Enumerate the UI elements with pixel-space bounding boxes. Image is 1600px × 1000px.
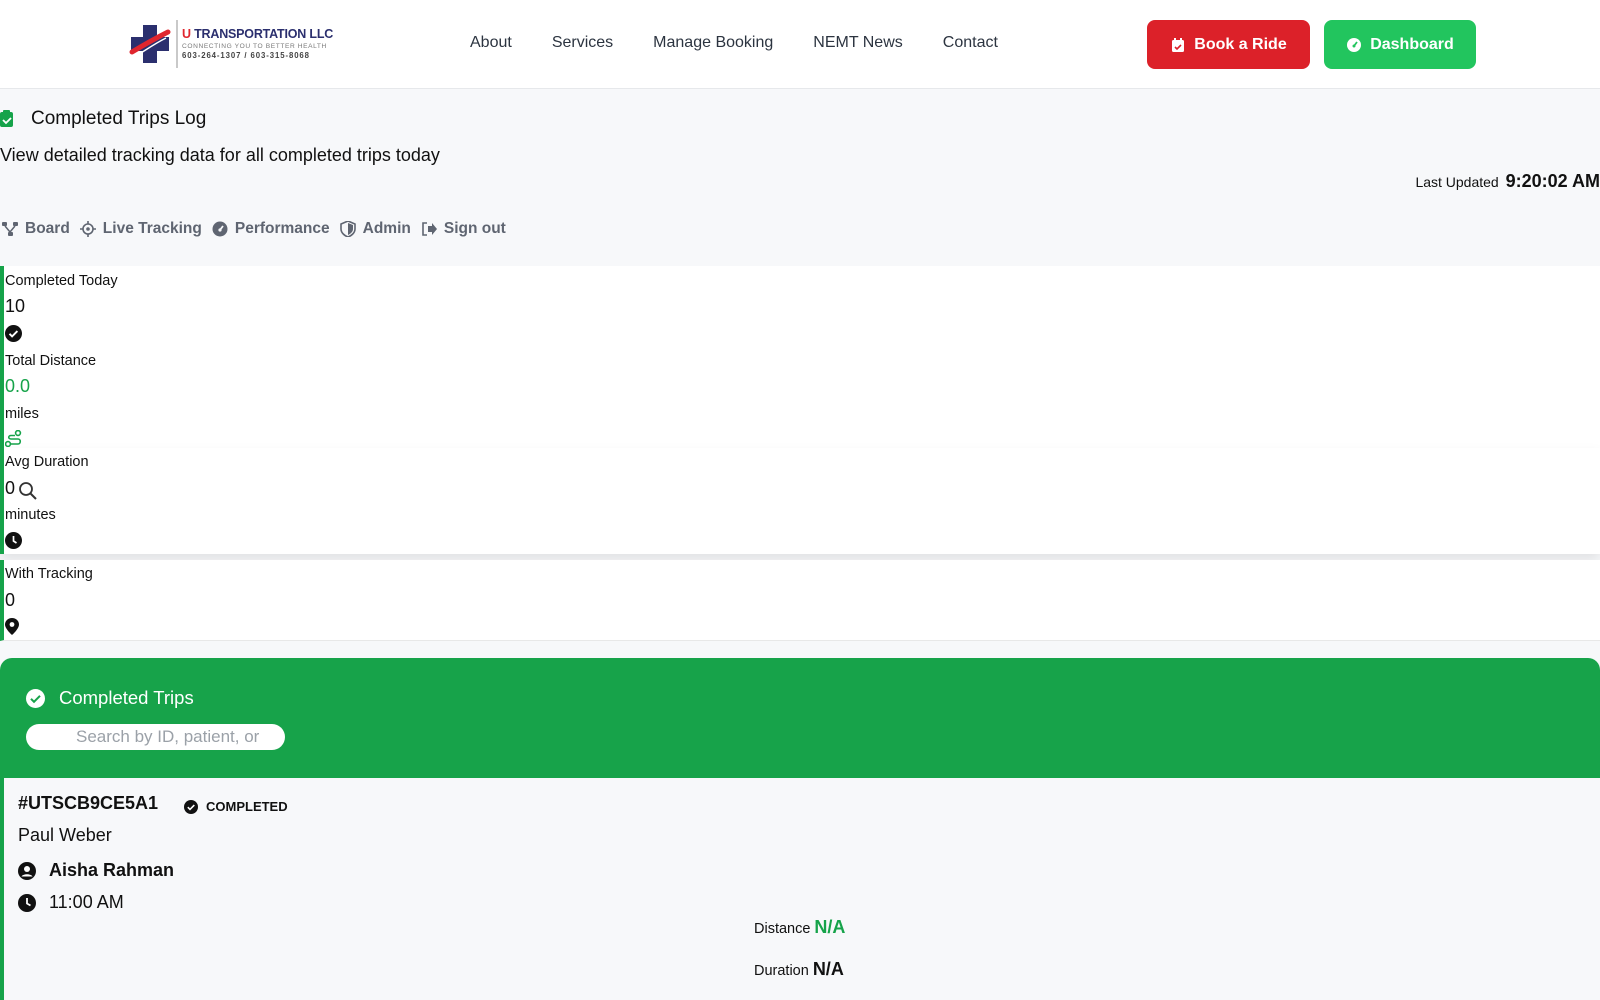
trip-distance-value: N/A: [814, 917, 846, 937]
trip-driver: Aisha Rahman: [18, 860, 174, 881]
completed-trips-title: Completed Trips: [26, 687, 194, 709]
page-subtitle: View detailed tracking data for all comp…: [0, 145, 440, 165]
logo-text: U TRANSPORTATION LLC CONNECTING YOU TO B…: [182, 28, 333, 60]
route-icon: [5, 430, 22, 447]
subnav-performance[interactable]: Performance: [212, 220, 330, 238]
clipboard-check-icon: [0, 110, 13, 127]
logo-divider: [176, 20, 178, 68]
trip-patient-name: Paul Weber: [18, 825, 112, 845]
avg-duration-unit: minutes: [5, 507, 56, 523]
company-tagline: CONNECTING YOU TO BETTER HEALTH: [182, 42, 327, 50]
trip-time-value: 11:00 AM: [49, 892, 124, 912]
nav-manage-booking[interactable]: Manage Booking: [653, 34, 773, 52]
trip-duration: Duration N/A: [754, 959, 844, 980]
nav-about[interactable]: About: [470, 34, 512, 52]
company-logo[interactable]: U TRANSPORTATION LLC CONNECTING YOU TO B…: [128, 18, 333, 70]
user-circle-icon: [18, 861, 36, 880]
subnav-board-label: Board: [25, 220, 70, 237]
last-updated-time: 9:20:02 AM: [1505, 171, 1600, 191]
sign-out-icon: [422, 222, 437, 236]
trip-time: 11:00 AM: [18, 892, 124, 913]
completed-trips-title-text: Completed Trips: [59, 687, 194, 708]
status-badge: COMPLETED: [184, 799, 288, 814]
trip-card[interactable]: #UTSCB9CE5A1 COMPLETED Paul Weber Aisha …: [0, 778, 1600, 1000]
trip-distance: Distance N/A: [754, 917, 845, 938]
nav-contact[interactable]: Contact: [943, 34, 998, 52]
subnav-live-tracking-label: Live Tracking: [102, 220, 202, 237]
main-nav: About Services Manage Booking NEMT News …: [470, 34, 1038, 52]
stats-card-primary: Completed Today 10 Total Distance 0.0 mi…: [0, 266, 1600, 448]
medical-cross-logo-icon: [128, 22, 172, 66]
sub-nav: Board Live Tracking Performance Admin Si…: [2, 220, 516, 238]
company-phones: 603-264-1307 / 603-315-8068: [182, 51, 310, 61]
check-circle-icon: [26, 688, 45, 708]
avg-duration-label: Avg Duration: [5, 454, 89, 470]
status-badge-label: COMPLETED: [206, 799, 288, 814]
avg-duration-value: 0: [5, 478, 16, 498]
subnav-board[interactable]: Board: [2, 220, 70, 238]
with-tracking-value: 0: [5, 590, 16, 610]
subnav-live-tracking[interactable]: Live Tracking: [79, 220, 202, 238]
stats-card-tracking: With Tracking 0: [0, 560, 1600, 641]
clock-icon: [18, 893, 36, 912]
completed-today-value: 10: [5, 296, 26, 316]
trip-id: #UTSCB9CE5A1: [18, 793, 159, 813]
last-updated: Last Updated 9:20:02 AM: [1415, 171, 1600, 192]
completed-today-label: Completed Today: [5, 273, 118, 289]
top-navbar: U TRANSPORTATION LLC CONNECTING YOU TO B…: [0, 0, 1600, 89]
company-name: U TRANSPORTATION LLC: [182, 28, 333, 41]
check-circle-icon: [5, 325, 22, 342]
dashboard-button[interactable]: Dashboard: [1324, 20, 1476, 69]
network-icon: [2, 222, 18, 236]
last-updated-label: Last Updated: [1415, 174, 1499, 190]
subnav-admin-label: Admin: [362, 220, 411, 237]
map-pin-icon: [5, 618, 19, 635]
with-tracking-label: With Tracking: [5, 566, 93, 582]
clock-icon: [5, 532, 22, 549]
subnav-performance-label: Performance: [234, 220, 330, 237]
company-name-prefix: U: [182, 27, 191, 42]
company-name-rest: TRANSPORTATION LLC: [190, 27, 334, 42]
total-distance-label: Total Distance: [5, 353, 97, 369]
page-title: Completed Trips Log: [0, 108, 206, 130]
stats-card-duration: Avg Duration 0 minutes: [0, 448, 1600, 554]
trip-driver-name: Aisha Rahman: [49, 860, 175, 880]
trip-duration-label: Duration: [754, 963, 809, 979]
total-distance-unit: miles: [5, 406, 39, 422]
trip-duration-value: N/A: [812, 959, 844, 979]
completed-trips-panel-header: Completed Trips: [0, 658, 1600, 778]
book-a-ride-button[interactable]: Book a Ride: [1147, 20, 1310, 69]
crosshair-icon: [79, 221, 96, 237]
book-a-ride-label: Book a Ride: [1194, 35, 1287, 53]
nav-services[interactable]: Services: [552, 34, 613, 52]
search-icon[interactable]: [18, 481, 38, 501]
subnav-admin[interactable]: Admin: [339, 220, 411, 238]
gauge-icon: [1347, 37, 1362, 52]
check-circle-icon: [184, 799, 198, 814]
trip-search-input[interactable]: [26, 724, 285, 750]
trip-distance-label: Distance: [754, 921, 811, 937]
dashboard-label: Dashboard: [1370, 35, 1454, 53]
gauge-icon: [212, 221, 228, 237]
nav-nemt-news[interactable]: NEMT News: [813, 34, 903, 52]
subnav-sign-out-label: Sign out: [443, 220, 506, 237]
page-title-text: Completed Trips Log: [31, 108, 207, 129]
shield-icon: [339, 221, 356, 237]
total-distance-value: 0.0: [5, 376, 31, 396]
subnav-sign-out[interactable]: Sign out: [421, 220, 506, 238]
calendar-check-icon: [1172, 37, 1185, 52]
